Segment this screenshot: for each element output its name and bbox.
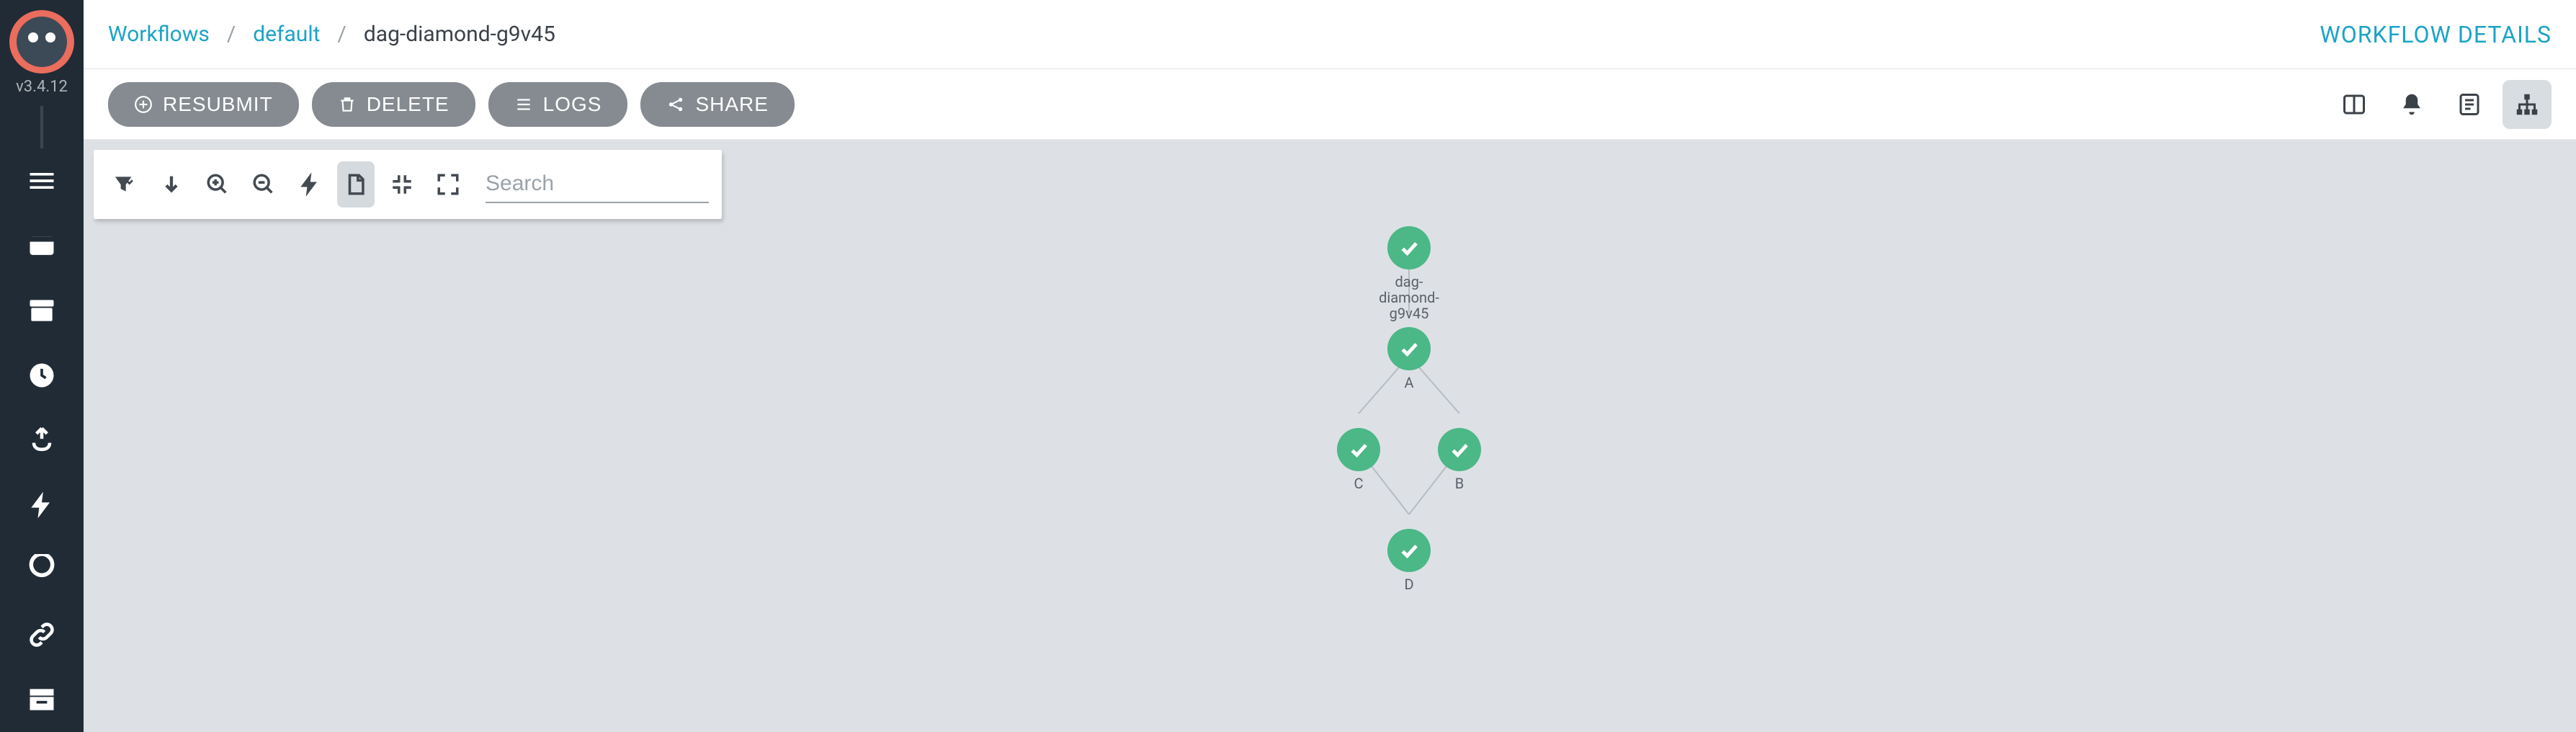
collapse-button[interactable] xyxy=(383,161,421,207)
nav-sensors-icon[interactable] xyxy=(0,473,84,537)
share-icon xyxy=(666,95,685,114)
arrow-down-icon xyxy=(159,172,184,197)
delete-label: DELETE xyxy=(367,93,450,116)
status-success-icon xyxy=(1387,226,1431,269)
zoom-in-icon xyxy=(205,172,230,197)
main-content: Workflows / default / dag-diamond-g9v45 … xyxy=(84,0,2576,732)
breadcrumb-workflows[interactable]: Workflows xyxy=(108,22,210,47)
bell-icon xyxy=(2399,92,2425,117)
version-label: v3.4.12 xyxy=(16,78,68,96)
notifications-button[interactable] xyxy=(2387,80,2436,129)
breadcrumb-separator: / xyxy=(227,22,236,47)
fast-button[interactable] xyxy=(291,161,328,207)
status-success-icon xyxy=(1387,529,1431,572)
node-a-label: A xyxy=(1366,375,1452,390)
breadcrumb: Workflows / default / dag-diamond-g9v45 xyxy=(108,22,555,47)
summary-button[interactable] xyxy=(2445,80,2494,129)
node-a[interactable]: A xyxy=(1366,327,1452,390)
sidebar: v3.4.12 xyxy=(0,0,84,732)
bolt-icon xyxy=(298,172,322,197)
nav-storage-icon[interactable] xyxy=(0,667,84,732)
nav-archive-icon[interactable] xyxy=(0,278,84,343)
status-success-icon xyxy=(1438,428,1481,471)
search-input[interactable] xyxy=(486,166,709,203)
node-c[interactable]: C xyxy=(1315,428,1402,491)
workflow-details-link[interactable]: WORKFLOW DETAILS xyxy=(2320,21,2552,48)
filter-button[interactable] xyxy=(107,161,144,207)
argo-logo[interactable] xyxy=(9,10,74,73)
document-icon xyxy=(2456,92,2482,117)
node-root[interactable]: dag-diamond- g9v45 xyxy=(1366,226,1452,321)
plus-circle-icon xyxy=(134,95,153,114)
node-b[interactable]: B xyxy=(1416,428,1503,491)
zoom-out-icon xyxy=(251,172,276,197)
breadcrumb-separator: / xyxy=(337,22,346,47)
logs-button[interactable]: LOGS xyxy=(488,82,628,127)
resubmit-button[interactable]: RESUBMIT xyxy=(108,82,299,127)
nav-menu-icon[interactable] xyxy=(0,148,84,213)
expand-icon xyxy=(436,172,460,197)
status-success-icon xyxy=(1337,428,1380,471)
collapse-icon xyxy=(390,172,414,197)
delete-button[interactable]: DELETE xyxy=(312,82,475,127)
zoom-in-button[interactable] xyxy=(199,161,236,207)
direction-button[interactable] xyxy=(153,161,190,207)
trash-icon xyxy=(338,95,357,114)
actions-right xyxy=(2330,80,2552,129)
status-success-icon xyxy=(1387,327,1431,370)
nav-cron-icon[interactable] xyxy=(0,343,84,408)
actions-left: RESUBMIT DELETE LOGS SHARE xyxy=(108,82,795,127)
node-b-label: B xyxy=(1416,476,1503,491)
filter-icon xyxy=(113,172,138,197)
nav-events-icon[interactable] xyxy=(0,408,84,473)
share-label: SHARE xyxy=(695,93,768,116)
node-root-label: dag-diamond- g9v45 xyxy=(1366,274,1452,321)
tree-view-button[interactable] xyxy=(2503,80,2552,129)
nav-templates-icon[interactable] xyxy=(0,213,84,278)
share-button[interactable]: SHARE xyxy=(640,82,794,127)
nav-reports-icon[interactable] xyxy=(0,537,84,602)
list-icon xyxy=(514,95,533,114)
columns-icon xyxy=(2341,92,2367,117)
node-info-button[interactable] xyxy=(337,161,375,207)
sidebar-separator xyxy=(40,106,43,148)
graph-canvas[interactable]: dag-diamond- g9v45 A C B D xyxy=(84,140,2576,732)
logs-label: LOGS xyxy=(543,93,602,116)
node-d-label: D xyxy=(1366,576,1452,592)
resubmit-label: RESUBMIT xyxy=(163,93,273,116)
zoom-out-button[interactable] xyxy=(245,161,282,207)
fullscreen-button[interactable] xyxy=(429,161,467,207)
node-d[interactable]: D xyxy=(1366,529,1452,592)
file-icon xyxy=(344,172,368,197)
breadcrumb-namespace[interactable]: default xyxy=(253,22,320,47)
top-bar: Workflows / default / dag-diamond-g9v45 … xyxy=(84,0,2576,69)
sitemap-icon xyxy=(2514,92,2540,117)
action-bar: RESUBMIT DELETE LOGS SHARE xyxy=(84,69,2576,140)
nav-links-icon[interactable] xyxy=(0,602,84,667)
graph-toolbar xyxy=(94,150,722,219)
node-c-label: C xyxy=(1315,476,1402,491)
columns-view-button[interactable] xyxy=(2330,80,2379,129)
breadcrumb-current: dag-diamond-g9v45 xyxy=(364,22,555,47)
